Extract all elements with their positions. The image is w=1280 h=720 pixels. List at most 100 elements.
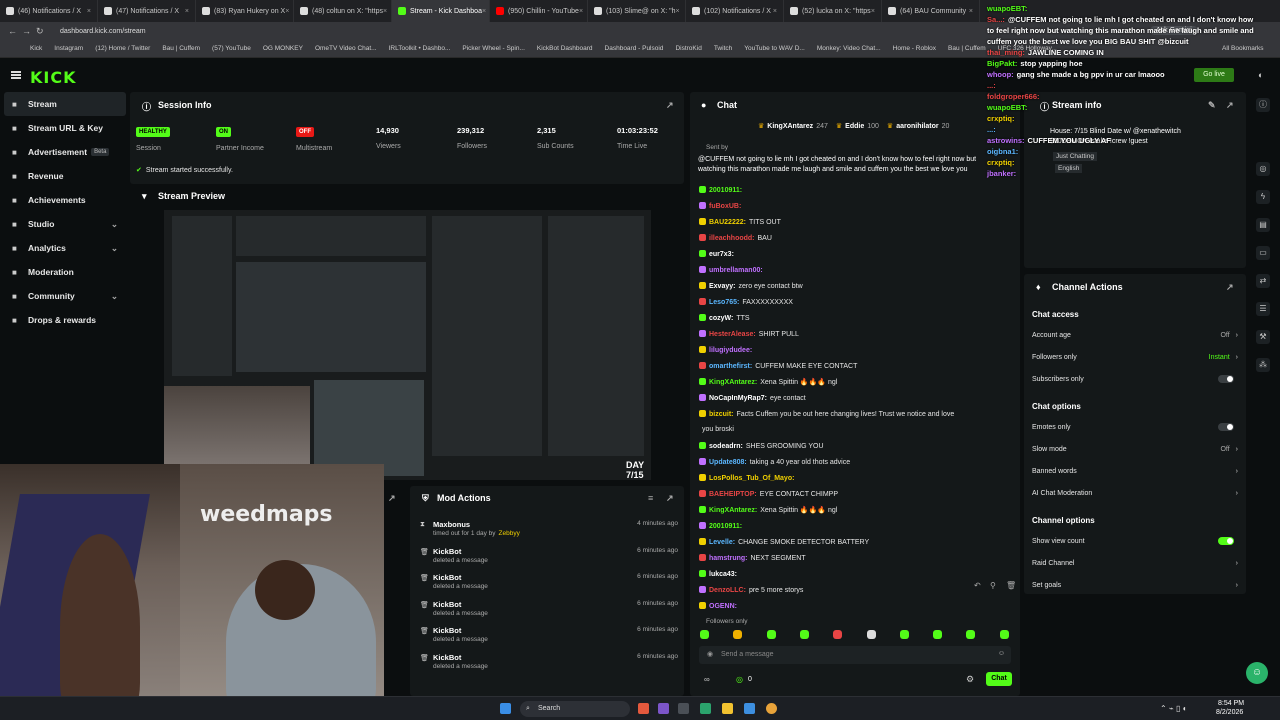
emote-icon[interactable]: [899, 630, 909, 639]
target-rail-icon[interactable]: ◎: [1256, 162, 1270, 176]
emote-icon[interactable]: [700, 630, 709, 639]
emote-icon[interactable]: [733, 630, 743, 639]
sidebar-item[interactable]: ■ Drops & rewards: [4, 308, 126, 332]
chat-settings-icon[interactable]: ⚙: [966, 674, 974, 685]
bookmark-item[interactable]: DistroKid: [675, 45, 701, 52]
url-field[interactable]: dashboard.kick.com/stream: [60, 28, 146, 35]
sidebar-item[interactable]: ■ Advertisement Beta: [4, 140, 126, 164]
bookmark-item[interactable]: Monkey: Video Chat...: [817, 45, 881, 52]
emote-icon[interactable]: [933, 630, 943, 639]
mod-expand-icon[interactable]: ↗: [666, 493, 674, 504]
info-rail-icon[interactable]: ⓘ: [1256, 98, 1270, 112]
sidebar-item[interactable]: ■ Community ⌄: [4, 284, 126, 308]
stream-info-expand-icon[interactable]: ↗: [1226, 100, 1234, 111]
chat-username[interactable]: cozyW:: [709, 315, 733, 322]
sidebar-item[interactable]: ■ Stream: [4, 92, 126, 116]
forward-icon[interactable]: →: [22, 26, 36, 36]
bookmark-item[interactable]: OmeTV Video Chat...: [315, 45, 377, 52]
app-icon-4[interactable]: [700, 703, 711, 714]
chat-username[interactable]: 20010911:: [709, 187, 742, 194]
chat-username[interactable]: HesterAlease:: [709, 331, 756, 338]
emote-icon[interactable]: [799, 630, 809, 639]
kick-logo[interactable]: KICK: [30, 68, 77, 87]
channel-action-row[interactable]: Slow mode Off ›: [1032, 446, 1242, 453]
toggle-switch[interactable]: [1218, 423, 1234, 431]
browser-tab[interactable]: (102) Notifications / X ×: [686, 0, 784, 22]
chat-username[interactable]: LosPollos_Tub_Of_Mayo:: [709, 475, 794, 482]
app-icon-1[interactable]: [638, 703, 649, 714]
bookmark-item[interactable]: Twitch: [714, 45, 732, 52]
reload-icon[interactable]: ↻: [36, 26, 50, 37]
bookmark-item[interactable]: (12) Home / Twitter: [95, 45, 150, 52]
browser-tab[interactable]: (83) Ryan Hukery on X ×: [196, 0, 294, 22]
bookmark-item[interactable]: Bau | Cuffem: [948, 45, 986, 52]
sidebar-item[interactable]: ■ Moderation: [4, 260, 126, 284]
undo-icon[interactable]: ↶: [974, 581, 981, 590]
wrench-rail-icon[interactable]: ⚒: [1256, 330, 1270, 344]
channel-action-row[interactable]: Account age Off ›: [1032, 332, 1242, 339]
sidebar-item[interactable]: ■ Analytics ⌄: [4, 236, 126, 260]
sidebar-item[interactable]: ■ Revenue: [4, 164, 126, 188]
channel-action-row[interactable]: Followers only Instant ›: [1032, 354, 1242, 361]
tab-close-icon[interactable]: ×: [185, 8, 189, 15]
browser-tab[interactable]: (46) Notifications / X ×: [0, 0, 98, 22]
chat-username[interactable]: eur7x3:: [709, 251, 734, 258]
leaderboard-entry[interactable]: ♛ aaronihilator 20: [887, 123, 949, 130]
file-explorer-icon[interactable]: [722, 703, 733, 714]
leaderboard-entry[interactable]: ♛ Eddie 100: [836, 123, 879, 130]
mod-action-user[interactable]: KickBot: [433, 626, 461, 635]
pin-icon[interactable]: ⚲: [990, 581, 996, 590]
channel-action-row[interactable]: AI Chat Moderation ›: [1032, 490, 1242, 497]
back-icon[interactable]: ←: [8, 26, 22, 36]
chat-username[interactable]: lukca43:: [709, 571, 737, 578]
browser-tab[interactable]: (47) Notifications / X ×: [98, 0, 196, 22]
chat-username[interactable]: illeachhoodd:: [709, 235, 755, 242]
tab-close-icon[interactable]: ×: [969, 8, 973, 15]
edit-icon[interactable]: ✎: [1208, 100, 1216, 111]
tab-close-icon[interactable]: ×: [676, 8, 680, 15]
tab-close-icon[interactable]: ×: [285, 8, 289, 15]
all-bookmarks[interactable]: All Bookmarks: [1222, 45, 1264, 52]
chat-username[interactable]: fuBoxUB:: [709, 203, 741, 210]
menu-icon[interactable]: [11, 71, 21, 79]
chat-username[interactable]: KingXAntarez:: [709, 379, 757, 386]
chat-username[interactable]: DenzoLLC:: [709, 587, 746, 594]
bookmark-item[interactable]: Dashboard - Pulsoid: [605, 45, 664, 52]
chat-username[interactable]: omarthefirst:: [709, 363, 752, 370]
tab-close-icon[interactable]: ×: [871, 8, 875, 15]
bookmark-item[interactable]: YouTube to WAV D...: [744, 45, 805, 52]
chat-username[interactable]: lilugiydudee:: [709, 347, 752, 354]
toggle-switch[interactable]: [1218, 375, 1234, 383]
bookmark-item[interactable]: OG MONKEY: [263, 45, 303, 52]
browser-tab[interactable]: (103) Slime@ on X: "h ×: [588, 0, 686, 22]
channel-action-row[interactable]: Show view count: [1032, 537, 1242, 545]
chat-username[interactable]: NoCapInMyRap7:: [709, 395, 767, 402]
chat-username[interactable]: umbrellaman00:: [709, 267, 763, 274]
mod-action-user[interactable]: Maxbonus: [433, 520, 470, 529]
chat-username[interactable]: hamstrung:: [709, 555, 748, 562]
emote-icon[interactable]: [866, 630, 876, 639]
emote-icon[interactable]: [833, 630, 843, 639]
chat-username[interactable]: BAEHEIPTOP:: [709, 491, 757, 498]
channel-action-row[interactable]: Subscribers only: [1032, 375, 1242, 383]
emote-icon[interactable]: [999, 630, 1009, 639]
sidebar-item[interactable]: ■ Stream URL & Key: [4, 116, 126, 140]
arrows-rail-icon[interactable]: ⇄: [1256, 274, 1270, 288]
go-live-button[interactable]: Go live: [1194, 68, 1234, 82]
bookmark-item[interactable]: Instagram: [54, 45, 83, 52]
collapse-icon[interactable]: ▾: [142, 191, 147, 202]
browser-tab[interactable]: (950) Chillin - YouTube ×: [490, 0, 588, 22]
sidebar-item[interactable]: ■ Studio ⌄: [4, 212, 126, 236]
trash-icon[interactable]: 🗑: [1006, 581, 1016, 590]
browser-tab[interactable]: (64) BAU Community ×: [882, 0, 980, 22]
emote-icon[interactable]: [766, 630, 776, 639]
left-expand-icon[interactable]: ↗: [388, 493, 396, 504]
chat-username[interactable]: Leso765:: [709, 299, 739, 306]
app-icon-3[interactable]: [678, 703, 689, 714]
mod-action-user[interactable]: KickBot: [433, 600, 461, 609]
chat-username[interactable]: sodeadrn:: [709, 443, 743, 450]
chat-send-button[interactable]: Chat: [986, 672, 1012, 686]
browser-tab[interactable]: (52) lucka on X: "https ×: [784, 0, 882, 22]
bookmark-item[interactable]: KickBot Dashboard: [537, 45, 593, 52]
tab-close-icon[interactable]: ×: [773, 8, 777, 15]
